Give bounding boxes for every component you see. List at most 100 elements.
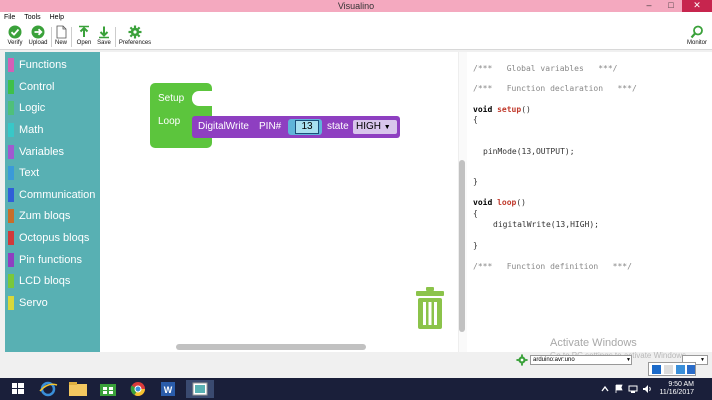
app-icon[interactable] [652,365,661,374]
open-button[interactable]: Open [76,25,92,46]
category-color-swatch [8,188,14,202]
category-zum-bloqs[interactable]: Zum bloqs [5,206,100,226]
category-color-swatch [8,296,14,310]
windows-start-icon[interactable] [4,380,32,398]
loop-label: Loop [158,116,181,127]
new-button[interactable]: New [54,25,68,46]
code-view: /*** Global variables ***/ /*** Function… [467,52,712,352]
workspace-horizontal-scrollbar[interactable] [176,344,366,350]
save-button[interactable]: Save [96,25,112,46]
file-explorer-icon[interactable] [64,380,92,398]
pin-number-field[interactable]: 13 [295,120,319,134]
category-servo[interactable]: Servo [5,293,100,313]
internet-explorer-icon[interactable] [34,380,62,398]
tray-popup [648,362,696,376]
category-color-swatch [8,231,14,245]
board-value: arduino:avr:uno [533,357,575,363]
code-comment-definition: /*** Function definition ***/ [473,262,632,271]
monitor-button[interactable]: Monitor [686,25,708,46]
setup-statement-slot [192,91,214,106]
category-color-swatch [8,253,14,267]
dropdown-arrow-icon: ▼ [383,124,391,131]
state-label: state [327,121,349,132]
menu-file[interactable]: File [4,12,15,24]
category-variables[interactable]: Variables [5,142,100,162]
state-value: HIGH [356,121,381,132]
code-comment-globals: /*** Global variables ***/ [473,64,618,73]
setup-label: Setup [158,93,185,104]
minimize-button[interactable]: – [638,0,660,12]
category-color-swatch [8,101,14,115]
code-brace: { [473,209,478,218]
category-lcd-bloqs[interactable]: LCD bloqs [5,271,100,291]
close-button[interactable]: ✕ [682,0,712,12]
toolbar: Verify Upload New Open Save Preferences … [0,24,712,50]
category-text[interactable]: Text [5,163,100,183]
category-control[interactable]: Control [5,77,100,97]
state-dropdown[interactable]: HIGH ▼ [353,120,397,134]
category-color-swatch [8,166,14,180]
clock-date: 11/16/2017 [659,389,694,396]
block-categories-sidebar: Functions Control Logic Math Variables T… [5,52,100,352]
category-math[interactable]: Math [5,120,100,140]
category-color-swatch [8,274,14,288]
arrow-up-icon [79,25,89,37]
dropdown-arrow-icon: ▼ [700,357,705,363]
arrow-right-icon [31,25,45,39]
category-octopus-bloqs[interactable]: Octopus bloqs [5,228,100,248]
preferences-button[interactable]: Preferences [118,25,152,46]
category-communication[interactable]: Communication [5,185,100,205]
arrow-down-icon [99,26,109,39]
code-pinmode: pinMode(13,OUTPUT); [483,147,575,156]
network-icon[interactable] [628,384,638,394]
svg-text:W: W [164,385,173,395]
maximize-button[interactable]: □ [660,0,682,12]
board-settings-gear-icon[interactable] [516,354,528,366]
taskbar-clock[interactable]: 9:50 AM 11/16/2017 [659,381,694,397]
code-comment-declaration: /*** Function declaration ***/ [473,84,637,93]
upload-button[interactable]: Upload [28,25,48,46]
magnifier-icon [690,25,703,39]
window-title: Visualino [337,1,375,11]
system-tray: 9:50 AM 11/16/2017 [570,378,712,400]
taskbar: W 9:50 AM 11/16/2017 [0,378,712,400]
workspace-vertical-scrollbar[interactable] [459,160,465,332]
chevron-up-icon[interactable] [600,384,610,394]
check-icon [8,25,22,39]
verify-button[interactable]: Verify [5,25,25,46]
volume-icon[interactable] [642,384,652,394]
category-color-swatch [8,80,14,94]
code-setup-signature: void setup() [473,105,531,114]
store-icon[interactable] [94,380,122,398]
menu-bar: File Tools Help [0,12,712,24]
code-brace: } [473,241,478,250]
code-brace: { [473,115,478,124]
category-color-swatch [8,145,14,159]
title-bar: Visualino – □ ✕ [0,0,712,12]
board-select[interactable]: arduino:avr:uno ▼ [530,355,632,365]
word-icon[interactable]: W [154,380,182,398]
app-icon[interactable] [676,365,685,374]
code-brace: } [473,177,478,186]
dropdown-arrow-icon: ▼ [626,357,631,363]
trash-icon[interactable] [415,287,445,329]
app-icon[interactable] [664,365,673,374]
menu-help[interactable]: Help [50,12,64,24]
menu-tools[interactable]: Tools [24,12,40,24]
category-color-swatch [8,123,14,137]
category-logic[interactable]: Logic [5,98,100,118]
chrome-icon[interactable] [124,380,152,398]
category-functions[interactable]: Functions [5,55,100,75]
digitalwrite-label: DigitalWrite [198,121,249,132]
app-icon[interactable] [687,365,695,374]
code-digitalwrite: digitalWrite(13,HIGH); [493,220,599,229]
gear-icon [128,25,142,39]
clock-time: 9:50 AM [668,381,694,388]
category-color-swatch [8,209,14,223]
pin-label: PIN# [259,121,282,132]
code-loop-signature: void loop() [473,198,526,207]
category-pin-functions[interactable]: Pin functions [5,250,100,270]
activate-windows-title: Activate Windows [550,337,637,349]
flag-icon[interactable] [614,384,624,394]
visualino-taskbar-icon[interactable] [186,380,214,398]
